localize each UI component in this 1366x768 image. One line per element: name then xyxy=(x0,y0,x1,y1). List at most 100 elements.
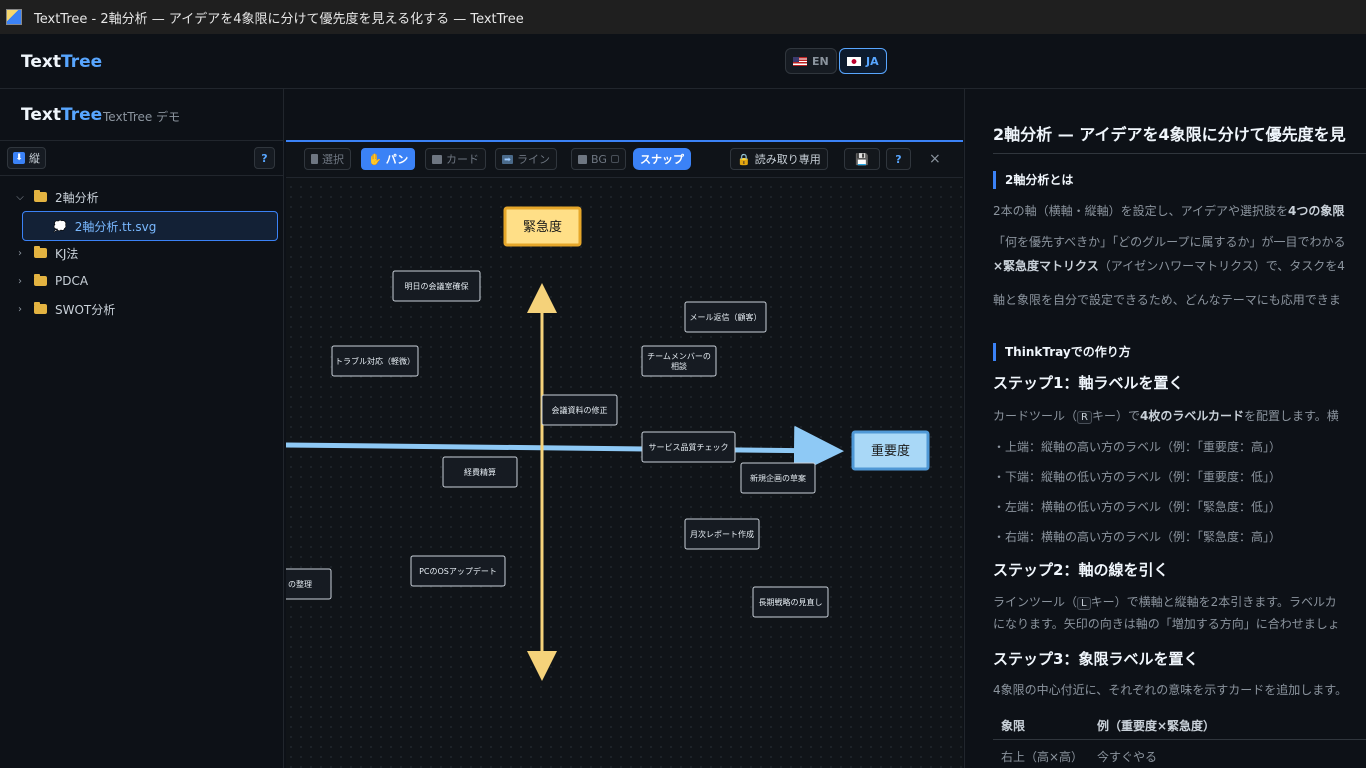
tree-folder-kj[interactable]: › KJ法 xyxy=(12,239,78,267)
readonly-button[interactable]: 🔒 読み取り専用 xyxy=(730,148,828,170)
thought-bubble-icon: 💭 xyxy=(53,219,67,233)
jp-flag-icon xyxy=(847,56,861,66)
svg-text:会議資料の修正: 会議資料の修正 xyxy=(552,405,608,415)
sidebar-help-button[interactable]: ? xyxy=(254,147,275,169)
snap-toggle-button[interactable]: スナップ xyxy=(633,148,691,170)
paragraph: 軸と象限を自分で設定できるため、どんなテーマにも応用できま xyxy=(993,293,1341,307)
key-r: R xyxy=(1077,411,1092,424)
hand-icon: ✋ xyxy=(368,152,382,166)
task-card[interactable]: 月次レポート作成 xyxy=(684,518,760,550)
section-heading: ThinkTrayでの作り方 xyxy=(993,343,1131,361)
svg-text:重要度: 重要度 xyxy=(871,443,910,459)
step-heading: ステップ1：軸ラベルを置く xyxy=(993,374,1184,392)
save-icon: 💾 xyxy=(855,152,869,166)
svg-text:新規企画の草案: 新規企画の草案 xyxy=(750,473,806,483)
chevron-right-icon: › xyxy=(18,247,22,259)
window-titlebar: TextTree - 2軸分析 — アイデアを4象限に分けて優先度を見える化する… xyxy=(0,0,1366,34)
orientation-button[interactable]: ⬇ 縦 xyxy=(7,147,46,169)
sidebar-toolbar: ⬇ 縦 ? xyxy=(0,140,283,176)
folder-icon xyxy=(34,302,47,314)
line-arrow-icon: ➡ xyxy=(502,154,513,164)
file-sidebar: TextTree TextTree デモ ⬇ 縦 ? ⌵ 2軸分析 💭 2軸分析… xyxy=(0,89,284,768)
diagram-canvas[interactable]: 緊急度 重要度 明日の会議室確保 メール返信（顧客） トラブル対応（軽微） チー… xyxy=(286,178,963,768)
list-item: ・右端：横軸の高い方のラベル（例：「緊急度：高」） xyxy=(993,530,1282,544)
table-header: 象限 xyxy=(1001,719,1026,733)
tree-folder-pdca[interactable]: › PDCA xyxy=(12,267,88,295)
brand-logo[interactable]: TextTree xyxy=(21,52,102,72)
doc-panel: 2軸分析 — アイデアを4象限に分けて優先度を見 2軸分析とは 2本の軸（横軸・… xyxy=(964,89,1366,768)
close-icon[interactable]: × xyxy=(929,151,941,167)
table-header: 例（重要度×緊急度） xyxy=(1097,719,1216,733)
paragraph: カードツール（ R キー）で4枚のラベルカードを配置します。横 xyxy=(993,409,1339,424)
lock-icon: 🔒 xyxy=(737,152,751,166)
svg-text:明日の会議室確保: 明日の会議室確保 xyxy=(405,281,469,291)
paragraph: ラインツール（ L キー）で横軸と縦軸を2本引きます。ラベルカ xyxy=(993,595,1337,610)
list-item: ・上端：縦軸の高い方のラベル（例：「重要度：高」） xyxy=(993,440,1282,454)
task-card[interactable]: 長期戦略の見直し xyxy=(752,586,829,618)
save-button[interactable]: 💾 xyxy=(844,148,880,170)
folder-icon xyxy=(34,190,47,202)
paragraph: 「何を優先すべきか」「どのグループに属するか」が一目でわかる xyxy=(993,235,1346,249)
task-card[interactable]: 明日の会議室確保 xyxy=(392,270,481,302)
list-item: ・左端：横軸の低い方のラベル（例：「緊急度：低」） xyxy=(993,500,1282,514)
step-heading: ステップ2：軸の線を引く xyxy=(993,561,1169,579)
sidebar-subtitle: TextTree デモ xyxy=(103,110,181,124)
list-item: ・下端：縦軸の低い方のラベル（例：「重要度：低」） xyxy=(993,470,1282,484)
task-card[interactable]: トラブル対応（軽微） xyxy=(331,345,419,377)
svg-text:月次レポート作成: 月次レポート作成 xyxy=(690,529,754,539)
table-cell: 今すぐやる xyxy=(1097,750,1158,764)
svg-text:の整理: の整理 xyxy=(288,579,312,589)
chevron-down-icon: ⌵ xyxy=(16,191,24,203)
svg-text:トラブル対応（軽微）: トラブル対応（軽微） xyxy=(335,356,415,366)
task-card[interactable]: 経費精算 xyxy=(442,456,518,488)
axis-label-urgency[interactable]: 緊急度 xyxy=(503,206,582,247)
tool-select-button[interactable]: 選択 xyxy=(304,148,351,170)
task-card[interactable]: PCのOSアップデート xyxy=(410,555,506,587)
app-header: TextTree EN JA xyxy=(0,34,1366,89)
tool-bg-button[interactable]: BG xyxy=(571,148,626,170)
tool-card-button[interactable]: カード xyxy=(425,148,486,170)
svg-text:PCのOSアップデート: PCのOSアップデート xyxy=(419,566,497,576)
bg-toggle-icon xyxy=(610,155,619,163)
canvas-area[interactable]: 選択 ✋ パン カード ➡ ライン BG スナップ 🔒 読み取り専用 💾 ? × xyxy=(286,140,963,768)
svg-text:長期戦略の見直し: 長期戦略の見直し xyxy=(759,597,823,607)
task-card[interactable]: サービス品質チェック xyxy=(641,431,736,463)
chevron-right-icon: › xyxy=(18,275,22,287)
table-cell: 右上（高×高） xyxy=(1001,750,1084,764)
title-divider xyxy=(993,153,1366,154)
task-card[interactable]: 会議資料の修正 xyxy=(541,394,618,426)
canvas-toolbar: 選択 ✋ パン カード ➡ ライン BG スナップ 🔒 読み取り専用 💾 ? × xyxy=(286,142,963,178)
key-l: L xyxy=(1077,597,1091,610)
tree-folder-2axis[interactable]: ⌵ 2軸分析 xyxy=(12,183,99,211)
folder-icon xyxy=(34,246,47,258)
step-heading: ステップ3：象限ラベルを置く xyxy=(993,650,1199,668)
svg-text:経費精算: 経費精算 xyxy=(464,467,496,477)
horizontal-axis-line[interactable] xyxy=(286,425,844,476)
section-heading: 2軸分析とは xyxy=(993,171,1073,189)
tree-file-2axis-svg[interactable]: 💭 2軸分析.tt.svg xyxy=(22,211,278,241)
tree-folder-swot[interactable]: › SWOT分析 xyxy=(12,295,115,323)
folder-icon xyxy=(34,274,47,286)
task-card[interactable]: チームメンバーの相談 xyxy=(641,345,717,377)
window-title: TextTree - 2軸分析 — アイデアを4象限に分けて優先度を見える化する… xyxy=(34,11,524,27)
canvas-help-button[interactable]: ? xyxy=(886,148,911,170)
tool-line-button[interactable]: ➡ ライン xyxy=(495,148,557,170)
bg-icon xyxy=(578,154,587,164)
task-card[interactable]: メール返信（顧客） xyxy=(684,301,767,333)
us-flag-icon xyxy=(793,56,807,66)
doc-title: 2軸分析 — アイデアを4象限に分けて優先度を見 xyxy=(993,125,1346,144)
task-card[interactable]: 新規企画の草案 xyxy=(740,462,816,494)
tool-pan-button[interactable]: ✋ パン xyxy=(361,148,416,170)
svg-text:チームメンバーの: チームメンバーの xyxy=(647,352,711,361)
lang-en-button[interactable]: EN xyxy=(785,48,837,74)
lang-ja-button[interactable]: JA xyxy=(839,48,887,74)
paragraph: になります。矢印の向きは軸の「増加する方向」に合わせましょ xyxy=(993,617,1340,631)
paragraph: ×緊急度マトリクス（アイゼンハワーマトリクス）で、タスクを4 xyxy=(993,259,1345,273)
chevron-right-icon: › xyxy=(18,303,22,315)
card-icon xyxy=(432,154,442,164)
arrow-down-icon: ⬇ xyxy=(13,152,25,164)
table-divider xyxy=(993,739,1366,740)
task-card[interactable]: の整理 xyxy=(286,568,332,600)
app-icon xyxy=(6,9,22,25)
axis-label-importance[interactable]: 重要度 xyxy=(851,430,930,471)
